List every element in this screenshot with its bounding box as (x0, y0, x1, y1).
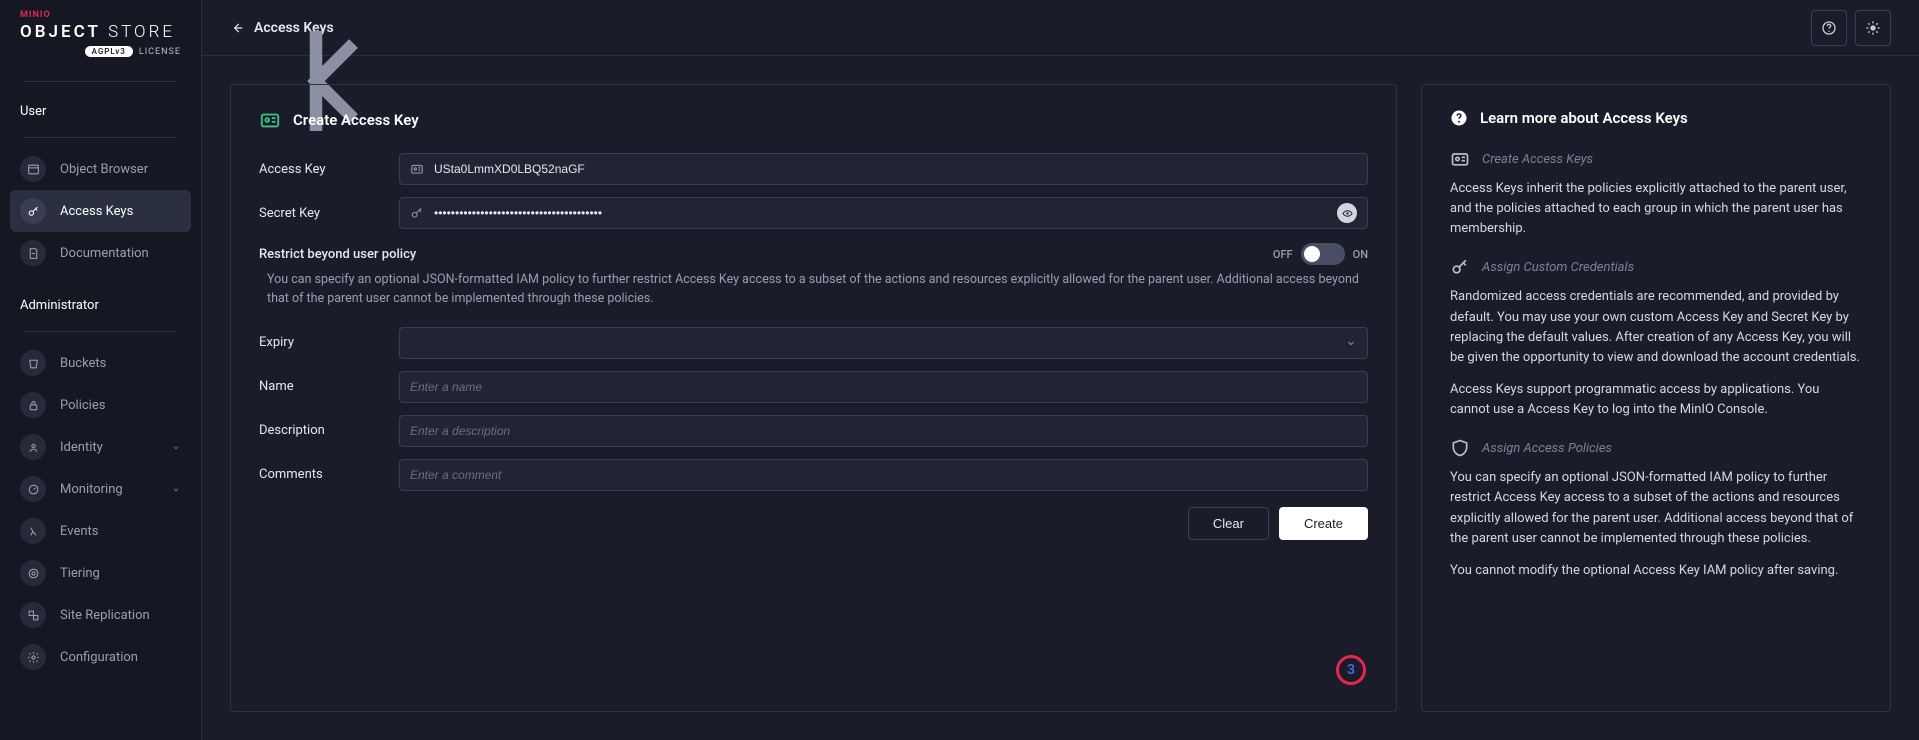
create-access-key-card: Create Access Key Access Key Secret Key (230, 84, 1397, 712)
tier-icon (20, 560, 46, 586)
help-filled-icon (1450, 109, 1468, 127)
help-s2-body1: Randomized access credentials are recomm… (1450, 287, 1862, 368)
create-button[interactable]: Create (1279, 507, 1368, 540)
comments-input[interactable] (410, 460, 1357, 490)
description-input[interactable] (410, 416, 1357, 446)
nav-label: Site Replication (60, 608, 150, 623)
nav-label: Policies (60, 398, 105, 413)
nav-label: Identity (60, 440, 103, 455)
expiry-select[interactable] (410, 328, 1335, 358)
chevron-down-icon (1345, 337, 1357, 349)
nav-label: Object Browser (60, 162, 148, 177)
chevron-down-icon (171, 441, 181, 454)
sidebar-item-documentation[interactable]: Documentation (10, 232, 191, 274)
collapse-sidebar-icon[interactable] (191, 6, 215, 30)
sidebar-item-object-browser[interactable]: Object Browser (10, 148, 191, 190)
brand-main: OBJECT STORE (20, 22, 181, 42)
lock-icon (20, 392, 46, 418)
bucket-icon (20, 350, 46, 376)
sidebar-item-monitoring[interactable]: Monitoring (10, 468, 191, 510)
main-area: Access Keys Create Access Key Access Key… (202, 0, 1919, 740)
id-card-icon (1450, 149, 1470, 169)
key-icon (1450, 257, 1470, 277)
toggle-off-label: OFF (1273, 248, 1293, 261)
help-s3-head: Assign Access Policies (1482, 441, 1612, 456)
help-title: Learn more about Access Keys (1480, 109, 1688, 127)
clear-button[interactable]: Clear (1188, 507, 1269, 540)
license-badge: AGPLv3 LICENSE (85, 46, 181, 57)
monitor-icon (20, 476, 46, 502)
access-key-input[interactable] (434, 154, 1357, 184)
expiry-select-wrap[interactable] (399, 327, 1368, 359)
description-label: Description (259, 423, 399, 438)
sidebar-item-identity[interactable]: Identity (10, 426, 191, 468)
chevron-down-icon (171, 483, 181, 496)
help-s1-body: Access Keys inherit the policies explici… (1450, 179, 1862, 239)
browser-icon (20, 156, 46, 182)
restrict-toggle[interactable] (1301, 243, 1345, 265)
replicate-icon (20, 602, 46, 628)
access-key-label: Access Key (259, 162, 399, 177)
help-s2-head: Assign Custom Credentials (1482, 260, 1634, 275)
doc-icon (20, 240, 46, 266)
sidebar-item-site-replication[interactable]: Site Replication (10, 594, 191, 636)
key-icon (410, 206, 424, 220)
sidebar-item-tiering[interactable]: Tiering (10, 552, 191, 594)
sidebar-item-policies[interactable]: Policies (10, 384, 191, 426)
help-button[interactable] (1811, 10, 1847, 46)
help-card: Learn more about Access Keys Create Acce… (1421, 84, 1891, 712)
restrict-label: Restrict beyond user policy (259, 247, 416, 262)
nav-label: Configuration (60, 650, 138, 665)
shield-icon (1450, 438, 1470, 458)
help-s3-body2: You cannot modify the optional Access Ke… (1450, 561, 1862, 581)
nav-label: Monitoring (60, 482, 123, 497)
sun-icon (1865, 20, 1881, 36)
lambda-icon (20, 518, 46, 544)
name-label: Name (259, 379, 399, 394)
reveal-secret-button[interactable] (1337, 203, 1357, 223)
help-s2-body2: Access Keys support programmatic access … (1450, 380, 1862, 420)
sidebar-item-events[interactable]: Events (10, 510, 191, 552)
logo-area: MINIO OBJECT STORE AGPLv3 LICENSE (0, 0, 201, 71)
gear-icon (20, 644, 46, 670)
step-badge: 3 (1336, 655, 1366, 685)
name-input[interactable] (410, 372, 1357, 402)
toggle-on-label: ON (1353, 248, 1368, 261)
comments-label: Comments (259, 467, 399, 482)
secret-key-label: Secret Key (259, 206, 399, 221)
help-s3-body1: You can specify an optional JSON-formatt… (1450, 468, 1862, 549)
sidebar: MINIO OBJECT STORE AGPLv3 LICENSE User O… (0, 0, 202, 740)
eye-icon (1342, 208, 1353, 219)
theme-toggle-button[interactable] (1855, 10, 1891, 46)
section-user-header: User (10, 92, 191, 127)
sidebar-item-access-keys[interactable]: Access Keys (10, 190, 191, 232)
identity-icon (20, 434, 46, 460)
nav-label: Access Keys (60, 204, 133, 219)
secret-key-input-wrap (399, 197, 1368, 229)
nav-label: Buckets (60, 356, 106, 371)
sidebar-item-buckets[interactable]: Buckets (10, 342, 191, 384)
nav-label: Tiering (60, 566, 100, 581)
secret-key-input[interactable] (434, 198, 1327, 228)
restrict-description: You can specify an optional JSON-formatt… (259, 271, 1368, 309)
access-key-input-wrap (399, 153, 1368, 185)
section-admin-header: Administrator (10, 286, 191, 321)
brand-minio: MINIO (20, 10, 181, 20)
sidebar-item-configuration[interactable]: Configuration (10, 636, 191, 678)
help-icon (1821, 20, 1837, 36)
id-card-icon (259, 109, 281, 131)
card-title-text: Create Access Key (293, 111, 419, 129)
help-s1-head: Create Access Keys (1482, 152, 1593, 167)
nav-label: Documentation (60, 246, 149, 261)
id-card-icon (410, 162, 424, 176)
key-icon (20, 198, 46, 224)
nav-label: Events (60, 524, 98, 539)
expiry-label: Expiry (259, 335, 399, 350)
